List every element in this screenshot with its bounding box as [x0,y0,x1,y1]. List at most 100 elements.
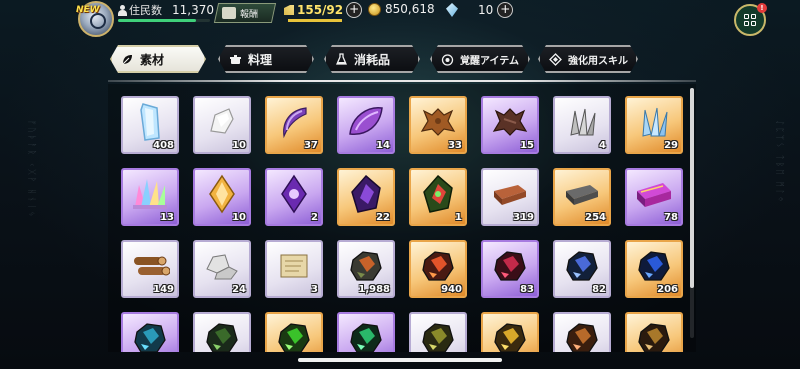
brown-hide-item[interactable]: 33 [409,96,467,154]
report-button[interactable]: 報酬 [213,3,277,23]
item-count: 10 [232,212,246,223]
green-core-item[interactable]: 1 [409,168,467,226]
stones-icon [203,249,241,287]
tab-label: 素材 [140,52,165,67]
item-count: 29 [664,140,678,151]
feathers-icon [563,105,601,143]
claw-icon [276,104,312,144]
item-count: 149 [153,284,174,295]
gold-value: 850,618 [385,2,435,16]
brick-item[interactable]: 319 [481,168,539,226]
coin-icon [368,2,381,16]
treasure-chest-icon [222,7,236,19]
ore-rock-item[interactable]: 1,988 [337,240,395,298]
green-dark-ore-item[interactable] [193,312,251,352]
logs-item[interactable]: 149 [121,240,179,298]
violet-gem-item[interactable]: 2 [265,168,323,226]
purple-claw-item[interactable]: 37 [265,96,323,154]
ore8-icon [275,320,313,352]
item-count: 78 [664,212,678,223]
sapphire-ore-item[interactable]: 206 [625,240,683,298]
item-count: 1 [455,212,462,223]
item-grid[interactable]: 408 10 37 14 33 15 4 29 13 10 2 22 1 319 254 78 149 24 3 1,… [108,84,696,352]
grid-menu-icon [744,14,756,26]
crimson-ore-item[interactable]: 83 [481,240,539,298]
ore1-icon [347,248,385,288]
white-stone-item[interactable]: 10 [193,96,251,154]
scroll-icon [275,249,313,287]
ore9-icon [347,320,385,352]
scope-icon [90,13,106,29]
blue-ore-item[interactable]: 82 [553,240,611,298]
residents-label: 住民数 [129,4,162,17]
blue-teal-ore-item[interactable] [121,312,179,352]
stamina-add-button[interactable]: + [346,2,363,18]
item-grid-scrollbar[interactable] [690,88,694,338]
person-icon [118,4,127,16]
iron-ingot-item[interactable]: 254 [553,168,611,226]
item-count: 940 [441,284,462,295]
crystal-shard-item[interactable]: 408 [121,96,179,154]
brick-icon [490,181,530,211]
item-count: 37 [304,140,318,151]
stamina-progress-bar [288,19,342,22]
dark-core-item[interactable]: 22 [337,168,395,226]
item-count: 33 [448,140,462,151]
tabs-divider [108,80,696,82]
item-count: 206 [657,284,678,295]
scale-icon [346,104,386,144]
pink-ingot-item[interactable]: 78 [625,168,683,226]
tab-enhancement-skills[interactable]: 強化用スキル [538,45,638,73]
item-count: 4 [599,140,606,151]
ore10-icon [419,320,457,352]
bronze-ore-item[interactable] [625,312,683,352]
parchment-item[interactable]: 3 [265,240,323,298]
purple-scale-item[interactable]: 14 [337,96,395,154]
tab-label: 覚醒アイテム [460,55,519,67]
item-count: 13 [160,212,174,223]
olive-ore-item[interactable] [409,312,467,352]
residents-progress-fill [118,19,197,22]
leaf-icon [120,52,134,66]
hide-icon [418,105,458,143]
silver-feathers-item[interactable]: 4 [553,96,611,154]
tab-cooking[interactable]: 料理 [218,45,314,73]
ore5-icon [635,248,673,288]
ore7-icon [203,320,241,352]
stamina-icon [284,5,294,15]
tab-awakening-items[interactable]: 覚醒アイテム [430,45,530,73]
crystal-add-button[interactable]: + [497,2,514,18]
red-ore-item[interactable]: 940 [409,240,467,298]
stone-blocks-item[interactable]: 24 [193,240,251,298]
tab-label: 強化用スキル [568,55,628,67]
item-count: 254 [585,212,606,223]
gold-ore-item[interactable] [481,312,539,352]
residents-stat: 住民数 [118,2,162,18]
item-count: 1,988 [358,284,390,295]
item-count: 82 [592,284,606,295]
copper-ore-item[interactable] [553,312,611,352]
item-count: 408 [153,140,174,151]
item-count: 319 [513,212,534,223]
scrollbar-thumb[interactable] [690,88,694,288]
whitestone-icon [205,105,239,143]
violetgem-icon [280,174,308,218]
tab-materials[interactable]: 素材 [110,45,206,73]
menu-button[interactable]: ! [734,3,767,36]
tab-consumables[interactable]: 消耗品 [324,45,420,73]
blue-feathers-item[interactable]: 29 [625,96,683,154]
home-indicator[interactable] [298,358,502,362]
green-ore-item[interactable] [265,312,323,352]
pinkingot-icon [633,179,675,213]
ore3-icon [491,248,529,288]
dark-hide-item[interactable]: 15 [481,96,539,154]
rainbow-crystal-item[interactable]: 13 [121,168,179,226]
ore2-icon [419,248,457,288]
awaken-orb-icon [440,52,454,66]
item-count: 83 [520,284,534,295]
ore12-icon [563,320,601,352]
amber-gem-item[interactable]: 10 [193,168,251,226]
item-count: 14 [376,140,390,151]
emerald-ore-item[interactable] [337,312,395,352]
item-count: 2 [311,212,318,223]
